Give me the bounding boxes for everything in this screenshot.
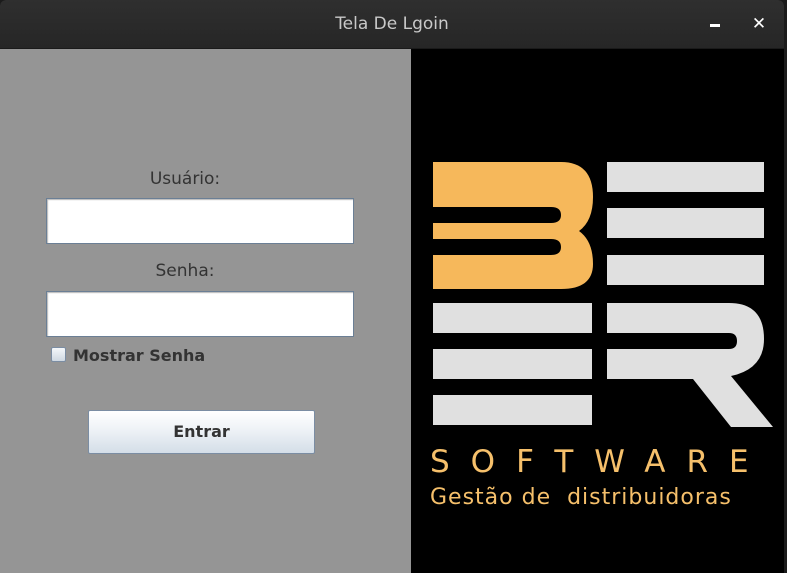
username-label: Usuário:: [149, 169, 221, 189]
password-label: Senha:: [155, 261, 215, 281]
brand-name: SOFTWARE: [430, 444, 770, 480]
logo-bar: [433, 395, 592, 425]
show-password-checkbox[interactable]: [51, 347, 66, 362]
username-field[interactable]: [46, 198, 354, 244]
brand-tagline: Gestão de distribuidoras: [430, 485, 732, 510]
show-password-label[interactable]: Mostrar Senha: [73, 346, 205, 365]
logo-bar: [433, 303, 592, 333]
minimize-icon[interactable]: [701, 10, 729, 38]
window-title: Tela De Lgoin: [335, 14, 449, 34]
password-field[interactable]: [46, 291, 354, 337]
logo-bar: [433, 349, 592, 379]
logo-bar: [607, 208, 764, 238]
login-form-panel: Usuário: Senha: Mostrar Senha Entrar: [0, 49, 411, 573]
logo-letter-r: [607, 303, 773, 427]
logo-bar: [607, 162, 764, 192]
login-window: Tela De Lgoin ✕ Usuário: Senha: Mostrar …: [0, 0, 784, 573]
title-bar[interactable]: Tela De Lgoin ✕: [0, 0, 784, 49]
beer-software-logo: [433, 162, 773, 427]
brand-panel: SOFTWARE Gestão de distribuidoras: [411, 49, 784, 573]
logo-bar: [607, 255, 764, 285]
close-icon[interactable]: ✕: [745, 10, 773, 38]
login-button[interactable]: Entrar: [88, 410, 315, 454]
logo-letter-b: [433, 162, 593, 289]
